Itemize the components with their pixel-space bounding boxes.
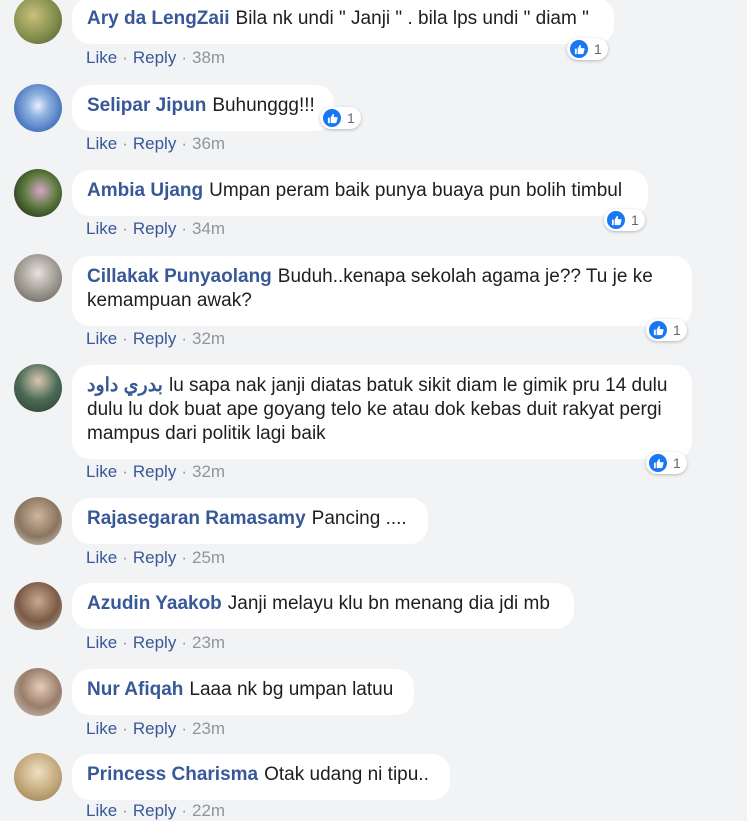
comment-timestamp[interactable]: 32m	[192, 329, 225, 348]
avatar[interactable]	[14, 582, 62, 630]
avatar[interactable]	[14, 0, 62, 44]
separator: ·	[181, 633, 187, 652]
comment-bubble: Nur Afiqah Laaa nk bg umpan latuu	[72, 669, 414, 715]
reply-link[interactable]: Reply	[133, 134, 176, 153]
reply-link[interactable]: Reply	[133, 48, 176, 67]
separator: ·	[122, 219, 128, 238]
comment-author[interactable]: Princess Charisma	[87, 764, 258, 785]
avatar[interactable]	[14, 169, 62, 217]
comment-bubble: Ambia Ujang Umpan peram baik punya buaya …	[72, 170, 648, 216]
comment-actions: Like · Reply · 32m	[86, 329, 225, 349]
avatar[interactable]	[14, 254, 62, 302]
comment-author[interactable]: Nur Afiqah	[87, 679, 183, 700]
reaction-count[interactable]: 1	[646, 319, 687, 341]
separator: ·	[122, 719, 128, 738]
comment-timestamp[interactable]: 32m	[192, 462, 225, 481]
comment-author[interactable]: Rajasegaran Ramasamy	[87, 508, 306, 529]
comment-author[interactable]: Ary da LengZaii	[87, 8, 230, 29]
comment-author[interactable]: Azudin Yaakob	[87, 593, 222, 614]
comment-bubble: Cillakak Punyaolang Buduh..kenapa sekolah…	[72, 256, 692, 326]
separator: ·	[181, 329, 187, 348]
thumbs-up-icon	[570, 40, 588, 58]
reply-link[interactable]: Reply	[133, 548, 176, 567]
like-link[interactable]: Like	[86, 548, 117, 567]
reply-link[interactable]: Reply	[133, 462, 176, 481]
separator: ·	[181, 48, 187, 67]
separator: ·	[122, 134, 128, 153]
like-link[interactable]: Like	[86, 719, 117, 738]
comment-actions: Like · Reply · 32m	[86, 462, 225, 482]
avatar[interactable]	[14, 364, 62, 412]
like-link[interactable]: Like	[86, 633, 117, 652]
like-link[interactable]: Like	[86, 219, 117, 238]
reaction-count[interactable]: 1	[604, 209, 645, 231]
comment-bubble: بدري داود lu sapa nak janji diatas batuk …	[72, 365, 692, 459]
comment-timestamp[interactable]: 34m	[192, 219, 225, 238]
reaction-count[interactable]: 1	[646, 452, 687, 474]
comment-actions: Like · Reply · 22m	[86, 801, 225, 821]
comment-text: Bila nk undi " Janji " . bila lps undi "…	[235, 8, 589, 29]
separator: ·	[181, 719, 187, 738]
thumbs-up-icon	[323, 109, 341, 127]
thumbs-up-icon	[649, 454, 667, 472]
comment-bubble: Rajasegaran Ramasamy Pancing ....	[72, 498, 428, 544]
reaction-count[interactable]: 1	[567, 38, 608, 60]
avatar[interactable]	[14, 753, 62, 801]
comment-text: Laaa nk bg umpan latuu	[189, 679, 394, 700]
thumbs-up-icon	[649, 321, 667, 339]
comment-bubble: Azudin Yaakob Janji melayu klu bn menang …	[72, 583, 574, 629]
thumbs-up-icon	[607, 211, 625, 229]
like-link[interactable]: Like	[86, 462, 117, 481]
avatar[interactable]	[14, 668, 62, 716]
comment-actions: Like · Reply · 25m	[86, 548, 225, 568]
comment-text: Otak udang ni tipu..	[264, 764, 429, 785]
comment-actions: Like · Reply · 36m	[86, 134, 225, 154]
comment-timestamp[interactable]: 36m	[192, 134, 225, 153]
reply-link[interactable]: Reply	[133, 219, 176, 238]
comment-bubble: Selipar Jipun Buhunggg!!!	[72, 85, 334, 131]
separator: ·	[181, 134, 187, 153]
comment-text: Umpan peram baik punya buaya pun bolih t…	[209, 180, 623, 201]
comment-actions: Like · Reply · 34m	[86, 219, 225, 239]
separator: ·	[181, 548, 187, 567]
comment-actions: Like · Reply · 38m	[86, 48, 225, 68]
like-link[interactable]: Like	[86, 329, 117, 348]
comment-author[interactable]: Ambia Ujang	[87, 180, 203, 201]
separator: ·	[122, 48, 128, 67]
separator: ·	[122, 633, 128, 652]
avatar[interactable]	[14, 84, 62, 132]
separator: ·	[122, 329, 128, 348]
comment-actions: Like · Reply · 23m	[86, 719, 225, 739]
comment-text: Buhunggg!!!	[212, 95, 315, 116]
like-link[interactable]: Like	[86, 134, 117, 153]
separator: ·	[181, 462, 187, 481]
comment-timestamp[interactable]: 23m	[192, 633, 225, 652]
comment-author[interactable]: بدري داود	[87, 375, 163, 396]
comment-text: Janji melayu klu bn menang dia jdi mb	[227, 593, 550, 614]
separator: ·	[122, 462, 128, 481]
reply-link[interactable]: Reply	[133, 329, 176, 348]
comment-actions: Like · Reply · 23m	[86, 633, 225, 653]
reply-link[interactable]: Reply	[133, 719, 176, 738]
comment-author[interactable]: Cillakak Punyaolang	[87, 266, 272, 287]
reply-link[interactable]: Reply	[133, 633, 176, 652]
like-link[interactable]: Like	[86, 48, 117, 67]
comment-timestamp[interactable]: 25m	[192, 548, 225, 567]
comment-timestamp[interactable]: 38m	[192, 48, 225, 67]
comment-author[interactable]: Selipar Jipun	[87, 95, 206, 116]
comment-timestamp[interactable]: 23m	[192, 719, 225, 738]
comment-text: Pancing ....	[311, 508, 407, 529]
avatar[interactable]	[14, 497, 62, 545]
comment-text: lu sapa nak janji diatas batuk sikit dia…	[87, 375, 668, 444]
comment-bubble: Princess Charisma Otak udang ni tipu..	[72, 754, 450, 800]
separator: ·	[122, 548, 128, 567]
comment-bubble: Ary da LengZaii Bila nk undi " Janji " . …	[72, 0, 614, 44]
reaction-count[interactable]: 1	[320, 107, 361, 129]
separator: ·	[181, 219, 187, 238]
